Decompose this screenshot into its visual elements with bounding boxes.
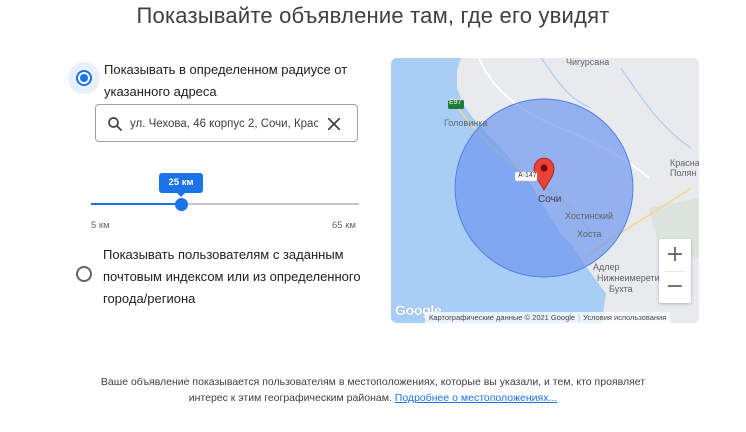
map-label-chigursana: Чигурсана [566,58,610,67]
footer-note-line1: Ваше объявление показывается пользовател… [100,376,646,388]
page-title: Показывайте объявление там, где его увид… [136,3,610,28]
radio-indicator [76,70,92,86]
radius-option-radio[interactable] [68,62,100,94]
map-zoom-controls: + − [659,239,691,303]
region-option-radio[interactable] [68,258,100,290]
radius-slider-track[interactable] [91,197,359,211]
region-option-label-line2: почтовым индексом или из определенного [103,269,361,284]
map-label-sochi: Сочи [538,194,562,205]
map-label-krasnaya: Красна [670,158,699,168]
map-label-khostinsky: Хостинский [565,211,614,221]
radius-slider-fill [91,203,182,205]
learn-more-locations-link[interactable]: Подробнее о местоположениях... [395,392,557,404]
attribution-separator: | [578,313,581,322]
map-label-polyana: Полян [670,168,697,178]
map-attribution: Картографические данные © 2021 Google | Ус… [425,312,671,323]
location-map[interactable]: Чигурсана E97 Головинка А-147 Сочи Хости… [391,58,699,323]
map-label-a147: А-147 [518,172,537,179]
map-label-golovinka: Головинка [444,118,488,128]
map-label-khosta: Хоста [577,229,602,239]
radio-indicator [76,266,92,282]
close-icon[interactable] [325,115,343,133]
radius-option-label[interactable]: Показывать в определенном радиусе от ука… [104,59,347,103]
map-label-adler: Адлер [593,262,620,272]
radius-value-tooltip: 25 км [159,173,204,197]
slider-min-label: 5 км [91,220,110,231]
region-option-label[interactable]: Показывать пользователям с заданным почт… [103,244,361,310]
address-input[interactable] [130,113,318,135]
map-label-bukhta: Бухта [609,284,633,294]
map-terrain [448,58,699,323]
zoom-in-button[interactable]: + [659,239,691,271]
map-attribution-text: Картографические данные © 2021 Google [429,313,576,322]
region-option-label-line3: города/региона [103,291,196,306]
zoom-out-button[interactable]: − [659,271,691,303]
footer-note: Ваше объявление показывается пользовател… [0,374,746,406]
footer-note-line2-text: интерес к этим географическим районам. [188,392,392,404]
address-field[interactable] [95,104,358,142]
search-icon [108,117,122,131]
radius-option-label-line2: указанного адреса [104,84,217,99]
region-option-label-line1: Показывать пользователям с заданным [103,247,344,262]
slider-max-label: 65 км [332,220,356,231]
radius-option-label-line1: Показывать в определенном радиусе от [104,62,348,77]
map-label-e97: E97 [449,99,462,106]
footer-note-line2: интерес к этим географическим районам. П… [0,390,746,406]
map-terms-link[interactable]: Условия использования [583,313,666,322]
radius-slider-thumb[interactable] [174,197,188,211]
